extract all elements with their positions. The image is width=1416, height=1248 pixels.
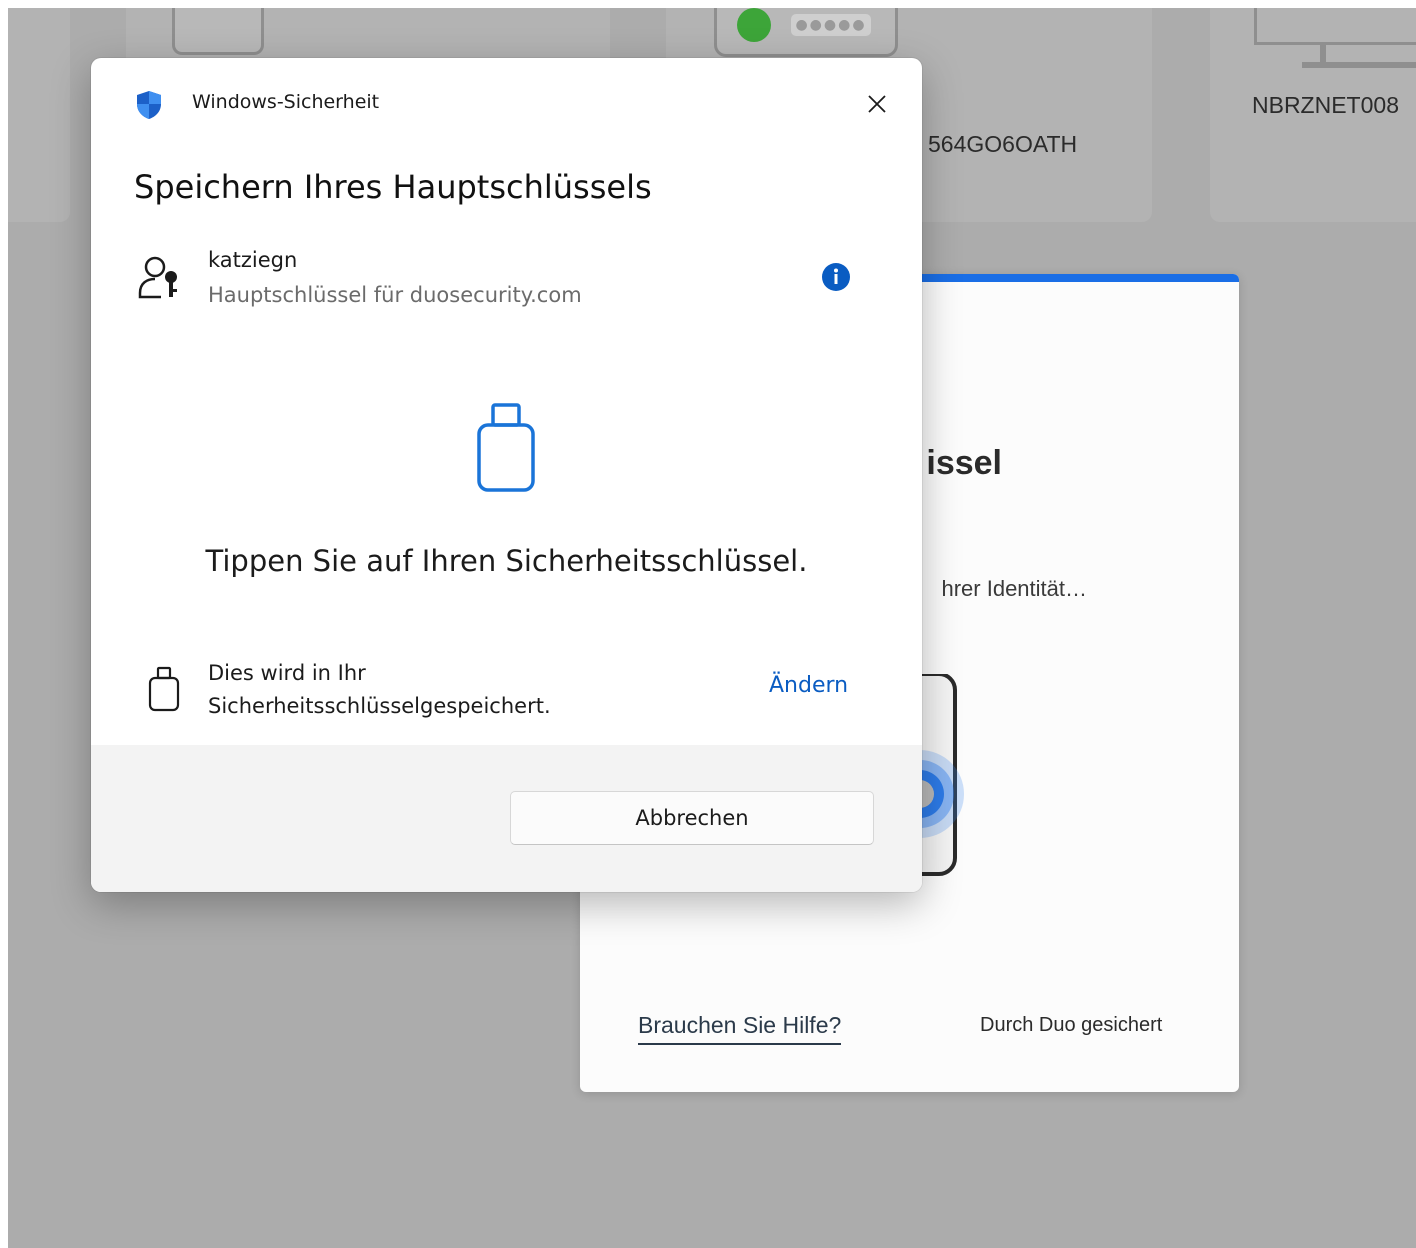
monitor-icon bbox=[1254, 8, 1416, 45]
device-dots-icon: ●●●●● bbox=[791, 14, 871, 36]
windows-security-dialog: Windows-Sicherheit Speichern Ihres Haupt… bbox=[91, 58, 922, 892]
security-key-small-icon bbox=[148, 666, 180, 712]
storage-info-line1: Dies wird in Ihr bbox=[208, 661, 366, 685]
device-icon bbox=[172, 8, 264, 55]
storage-info-line2: Sicherheitsschlüsselgespeichert. bbox=[208, 694, 551, 718]
shield-icon bbox=[137, 91, 161, 119]
change-storage-link[interactable]: Ändern bbox=[769, 673, 848, 698]
info-icon[interactable] bbox=[821, 262, 851, 292]
browser-page-background: ●●●●● 564GO6OATH NBRZNET008 issel hrer I… bbox=[8, 8, 1416, 1248]
device-card-2-label: 564GO6OATH bbox=[928, 131, 1078, 157]
account-name: katziegn bbox=[208, 248, 298, 272]
status-dot-icon bbox=[737, 8, 771, 42]
yubikey-device-icon: ●●●●● bbox=[714, 8, 898, 57]
close-button[interactable] bbox=[857, 84, 897, 124]
dialog-heading: Speichern Ihres Hauptschlüssels bbox=[134, 168, 652, 206]
help-link[interactable]: Brauchen Sie Hilfe? bbox=[638, 1012, 842, 1045]
device-card-left[interactable] bbox=[8, 8, 70, 222]
secured-by-duo-label: Durch Duo gesichert bbox=[980, 1014, 1163, 1036]
close-icon bbox=[868, 95, 886, 113]
tap-key-instruction: Tippen Sie auf Ihren Sicherheitsschlüsse… bbox=[205, 544, 808, 578]
cancel-button[interactable]: Abbrechen bbox=[510, 791, 874, 845]
dialog-footer: Abbrechen bbox=[91, 745, 922, 892]
user-key-icon bbox=[138, 256, 177, 299]
account-subtitle: Hauptschlüssel für duosecurity.com bbox=[208, 283, 582, 307]
device-card-3[interactable]: NBRZNET008 bbox=[1210, 8, 1416, 222]
monitor-base-icon bbox=[1302, 62, 1416, 68]
device-card-3-label: NBRZNET008 bbox=[1252, 92, 1399, 118]
usb-key-icon bbox=[477, 403, 535, 492]
dialog-app-title: Windows-Sicherheit bbox=[192, 91, 380, 113]
